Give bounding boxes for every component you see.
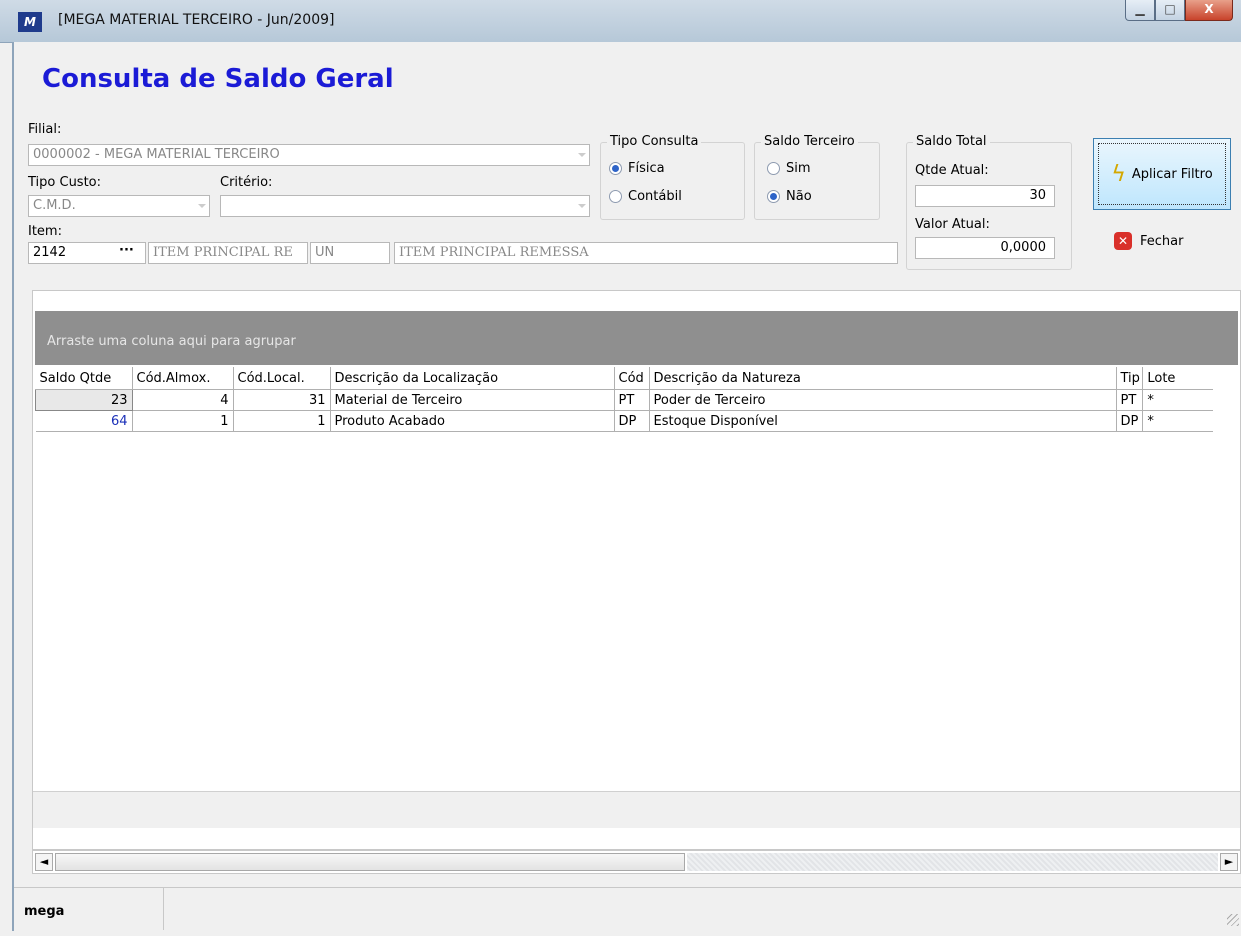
table-header-row: Saldo Qtde Cód.Almox. Cód.Local. Descriç… [35,367,1214,390]
chevron-down-icon [578,204,586,208]
cell-saldo-qtde[interactable]: 23 [35,389,133,411]
results-table: Saldo Qtde Cód.Almox. Cód.Local. Descriç… [35,367,1214,432]
results-grid[interactable]: Arraste uma coluna aqui para agrupar Sal… [32,290,1241,850]
item-label: Item: [28,224,62,239]
filial-combo[interactable]: 0000002 - MEGA MATERIAL TERCEIRO [28,144,590,166]
cell-desc-natureza[interactable]: Poder de Terceiro [649,389,1117,411]
radio-contabil-label: Contábil [628,189,682,204]
item-code-field[interactable]: 2142 ··· [28,242,146,264]
col-tipo[interactable]: Tip [1116,367,1144,390]
valor-atual-field: 0,0000 [915,237,1055,259]
status-bar: mega [14,887,1241,930]
cell-cod-almox[interactable]: 4 [132,389,234,411]
col-lote[interactable]: Lote [1142,367,1214,390]
radio-checked-icon [609,162,622,175]
scroll-left-button[interactable]: ◄ [35,853,53,871]
cell-lote[interactable]: * [1142,389,1214,411]
focus-rect [1098,143,1226,205]
col-cod-local[interactable]: Cód.Local. [233,367,331,390]
tipo-consulta-group: Tipo Consulta Física Contábil [600,134,745,220]
close-window-button[interactable]: X [1185,0,1233,21]
radio-fisica-label: Física [628,161,665,176]
close-button[interactable]: ✕ Fechar [1114,232,1183,250]
title-bar: M [MEGA MATERIAL TERCEIRO - Jun/2009] ▁ … [0,0,1241,43]
cell-saldo-qtde[interactable]: 64 [35,410,133,432]
table-row[interactable]: 23 4 31 Material de Terceiro PT Poder de… [35,389,1214,411]
scroll-right-button[interactable]: ► [1220,853,1238,871]
col-desc-localizacao[interactable]: Descrição da Localização [330,367,615,390]
tipo-custo-label: Tipo Custo: [28,175,102,190]
radio-contabil[interactable]: Contábil [609,189,682,204]
chevron-down-icon [198,204,206,208]
cell-cod-natureza[interactable]: DP [614,410,650,432]
saldo-total-legend: Saldo Total [913,134,990,149]
qtde-atual-label: Qtde Atual: [915,163,989,178]
apply-filter-button[interactable]: ϟ Aplicar Filtro [1093,138,1231,210]
radio-nao[interactable]: Não [767,189,812,204]
radio-checked-icon [767,190,780,203]
grid-footer [33,791,1240,828]
table-row[interactable]: 64 1 1 Produto Acabado DP Estoque Dispon… [35,410,1214,432]
tipo-consulta-legend: Tipo Consulta [607,134,702,149]
chevron-down-icon [578,153,586,157]
cell-cod-natureza[interactable]: PT [614,389,650,411]
app-logo-icon: M [18,12,42,32]
cell-desc-localizacao[interactable]: Material de Terceiro [330,389,615,411]
saldo-total-group: Saldo Total Qtde Atual: 30 Valor Atual: … [906,134,1072,270]
radio-sim-label: Sim [786,161,811,176]
valor-atual-label: Valor Atual: [915,217,990,232]
main-form: Consulta de Saldo Geral Filial: 0000002 … [12,42,1241,931]
col-saldo-qtde[interactable]: Saldo Qtde [35,367,133,390]
scroll-thumb[interactable] [55,853,685,871]
cell-desc-natureza[interactable]: Estoque Disponível [649,410,1117,432]
qtde-atual-field: 30 [915,185,1055,207]
page-title: Consulta de Saldo Geral [42,64,394,94]
cell-cod-local[interactable]: 31 [233,389,331,411]
radio-nao-label: Não [786,189,812,204]
horizontal-scrollbar[interactable]: ◄ ► [32,850,1241,874]
cell-lote[interactable]: * [1142,410,1214,432]
saldo-terceiro-legend: Saldo Terceiro [761,134,858,149]
item-desc-field: ITEM PRINCIPAL REMESSA [394,242,898,264]
minimize-button[interactable]: ▁ [1125,0,1155,21]
col-cod-almox[interactable]: Cód.Almox. [132,367,234,390]
maximize-button[interactable]: □ [1155,0,1185,21]
window-controls: ▁ □ X [1125,0,1233,22]
filial-value: 0000002 - MEGA MATERIAL TERCEIRO [33,147,280,162]
col-cod-natureza[interactable]: Cód [614,367,650,390]
saldo-terceiro-group: Saldo Terceiro Sim Não [754,134,880,220]
radio-unchecked-icon [767,162,780,175]
cell-tipo[interactable]: PT [1116,389,1144,411]
criterio-combo[interactable] [220,195,590,217]
group-by-panel[interactable]: Arraste uma coluna aqui para agrupar [35,311,1238,365]
status-user: mega [14,888,164,930]
criterio-label: Critério: [220,175,273,190]
cell-cod-local[interactable]: 1 [233,410,331,432]
tipo-custo-combo[interactable]: C.M.D. [28,195,210,217]
radio-fisica[interactable]: Física [609,161,665,176]
lookup-button[interactable]: ··· [119,243,134,261]
radio-sim[interactable]: Sim [767,161,811,176]
scroll-track[interactable] [687,853,1218,871]
cell-cod-almox[interactable]: 1 [132,410,234,432]
item-code: 2142 [33,245,67,260]
tipo-custo-value: C.M.D. [33,198,76,213]
filial-label: Filial: [28,122,62,137]
item-unit-field: UN [310,242,390,264]
close-label: Fechar [1140,233,1184,249]
cell-desc-localizacao[interactable]: Produto Acabado [330,410,615,432]
window-title: [MEGA MATERIAL TERCEIRO - Jun/2009] [58,12,335,28]
close-icon: ✕ [1114,232,1132,250]
resize-grip-icon[interactable] [1227,914,1239,926]
radio-unchecked-icon [609,190,622,203]
item-short-desc-field: ITEM PRINCIPAL RE [148,242,308,264]
cell-tipo[interactable]: DP [1116,410,1144,432]
col-desc-natureza[interactable]: Descrição da Natureza [649,367,1117,390]
